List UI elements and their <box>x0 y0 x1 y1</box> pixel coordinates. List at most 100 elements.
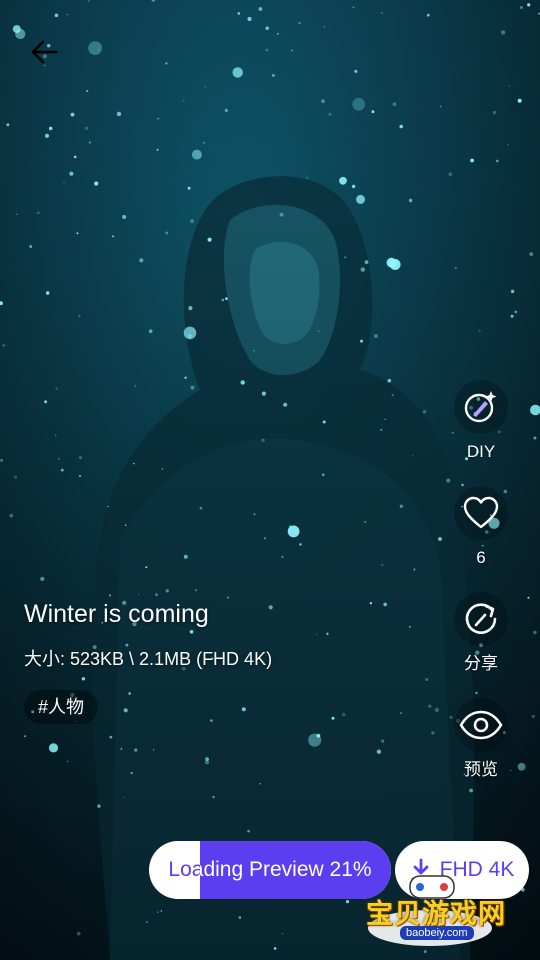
snow-particle <box>224 108 228 112</box>
snow-particle <box>533 436 537 440</box>
snow-particle <box>232 67 243 78</box>
snow-particle <box>500 30 506 35</box>
snow-particle <box>364 260 369 264</box>
snow-particle <box>380 428 383 431</box>
snow-particle <box>204 760 210 765</box>
snow-particle <box>381 922 384 925</box>
snow-particle <box>156 911 159 913</box>
snow-particle <box>63 181 65 184</box>
snow-particle <box>73 155 77 159</box>
snow-particle <box>14 475 18 479</box>
snow-particle <box>204 85 207 88</box>
snow-particle <box>531 714 535 719</box>
snow-particle <box>94 181 99 186</box>
snow-particle <box>184 376 187 379</box>
snow-particle <box>344 256 346 258</box>
snow-particle <box>374 334 378 338</box>
brush-sparkle-icon <box>464 391 497 423</box>
snow-particle <box>431 731 435 735</box>
snow-particle <box>322 420 326 424</box>
snow-particle <box>408 625 411 628</box>
snow-particle <box>16 213 18 215</box>
snow-particle <box>345 900 350 904</box>
snow-particle <box>76 931 81 936</box>
snow-particle <box>247 16 252 22</box>
wallpaper-title: Winter is coming <box>24 600 209 628</box>
diy-button[interactable]: DIY <box>448 380 514 462</box>
snow-particle <box>190 219 195 224</box>
snow-particle <box>283 402 288 407</box>
snow-particle <box>478 329 481 332</box>
snow-particle <box>183 554 188 559</box>
download-fhd-button[interactable]: FHD 4K <box>395 841 529 899</box>
snow-particle <box>112 235 115 238</box>
snow-particle <box>514 310 518 314</box>
preview-button[interactable]: 预览 <box>448 698 514 780</box>
snow-particle <box>187 186 191 190</box>
snow-particle <box>44 133 50 138</box>
snow-particle <box>69 171 74 176</box>
share-button[interactable]: 分享 <box>448 592 514 674</box>
snow-particle <box>422 409 427 414</box>
snow-particle <box>517 762 526 771</box>
snow-particle <box>238 916 242 919</box>
back-button[interactable] <box>22 32 66 72</box>
snow-particle <box>360 339 363 343</box>
snow-particle <box>88 41 102 55</box>
snow-particle <box>188 306 193 311</box>
snow-particle <box>412 455 414 457</box>
snow-particle <box>527 3 531 7</box>
snow-particle <box>207 237 212 242</box>
snow-particle <box>321 473 325 477</box>
snow-particle <box>425 678 429 681</box>
loading-label: Loading Preview 21% <box>200 858 372 881</box>
snow-particle <box>408 198 413 203</box>
snow-particle <box>287 525 300 538</box>
snow-particle <box>508 85 510 87</box>
snow-particle <box>381 564 384 567</box>
snow-particle <box>427 13 430 17</box>
snow-particle <box>66 14 68 16</box>
snow-particle <box>440 105 442 108</box>
snow-particle <box>517 98 522 103</box>
snow-particle <box>263 537 266 540</box>
snow-particle <box>97 49 100 51</box>
snow-particle <box>2 344 6 347</box>
loading-label-dark: Loading Preview 21% <box>168 858 200 881</box>
snow-particle <box>434 707 439 713</box>
snow-particle <box>124 524 127 526</box>
snow-particle <box>165 62 168 65</box>
snow-particle <box>323 26 326 28</box>
wallpaper-size: 大小: 523KB \ 2.1MB (FHD 4K) <box>24 649 273 669</box>
snow-particle <box>316 733 321 738</box>
tag-chip[interactable]: #人物 <box>24 690 99 724</box>
snow-particle <box>183 326 197 340</box>
snow-particle <box>0 458 4 462</box>
snow-particle <box>212 795 215 799</box>
snow-particle <box>157 117 160 120</box>
snow-particle <box>265 48 269 52</box>
snow-particle <box>352 97 366 111</box>
download-label: FHD 4K <box>439 858 515 881</box>
snow-particle <box>470 158 474 163</box>
snow-particle <box>225 297 228 300</box>
snow-particle <box>281 932 284 935</box>
snow-particle <box>182 99 185 102</box>
snow-particle <box>527 596 530 599</box>
loading-text-clip-right: Loading Preview 21% <box>200 841 391 899</box>
snow-particle <box>495 159 499 163</box>
snow-particle <box>392 102 397 106</box>
loading-preview-button[interactable]: Loading Preview 21% Loading Preview 21% <box>149 841 391 899</box>
snow-particle <box>380 739 385 743</box>
snow-particle <box>139 258 144 263</box>
snow-particle <box>55 387 58 390</box>
snow-particle <box>76 232 79 235</box>
loading-text-clip-left: Loading Preview 21% <box>149 841 200 899</box>
snow-particle <box>417 927 420 931</box>
heart-icon <box>463 496 499 529</box>
snow-particle <box>194 589 198 592</box>
snow-particle <box>381 12 383 14</box>
snow-particle <box>261 391 266 396</box>
like-button[interactable]: 6 <box>448 486 514 568</box>
snow-particle <box>354 69 358 73</box>
